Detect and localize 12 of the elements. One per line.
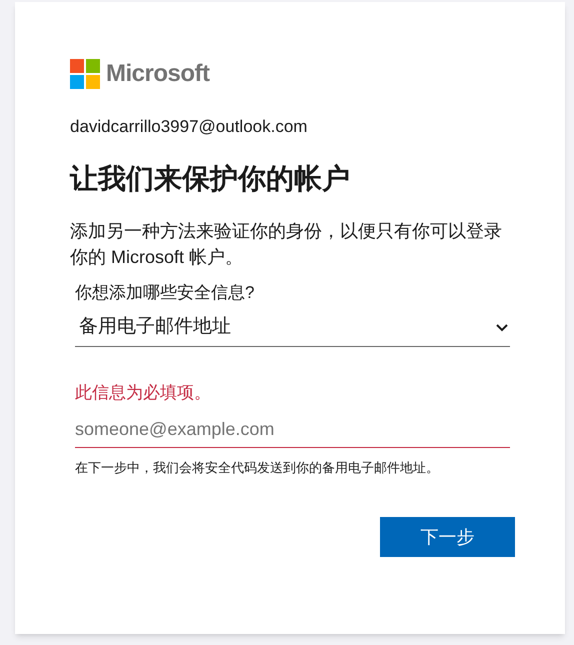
error-message: 此信息为必填项。 <box>75 382 212 404</box>
next-button[interactable]: 下一步 <box>380 517 515 557</box>
hint-text: 在下一步中，我们会将安全代码发送到你的备用电子邮件地址。 <box>75 458 440 476</box>
select-label: 你想添加哪些安全信息? <box>75 282 256 304</box>
email-input-field[interactable]: someone@example.com <box>75 412 510 448</box>
brand-name: Microsoft <box>106 59 210 89</box>
description-text: 添加另一种方法来验证你的身份，以便只有你可以登录你的 Microsoft 帐户。 <box>70 220 503 268</box>
account-email: davidcarrillo3997@outlook.com <box>70 116 308 138</box>
page-title: 让我们来保护你的帐户 <box>70 162 351 196</box>
chevron-down-icon <box>496 324 508 332</box>
logo-icon <box>70 59 100 89</box>
method-dropdown[interactable]: 备用电子邮件地址 <box>75 309 510 347</box>
